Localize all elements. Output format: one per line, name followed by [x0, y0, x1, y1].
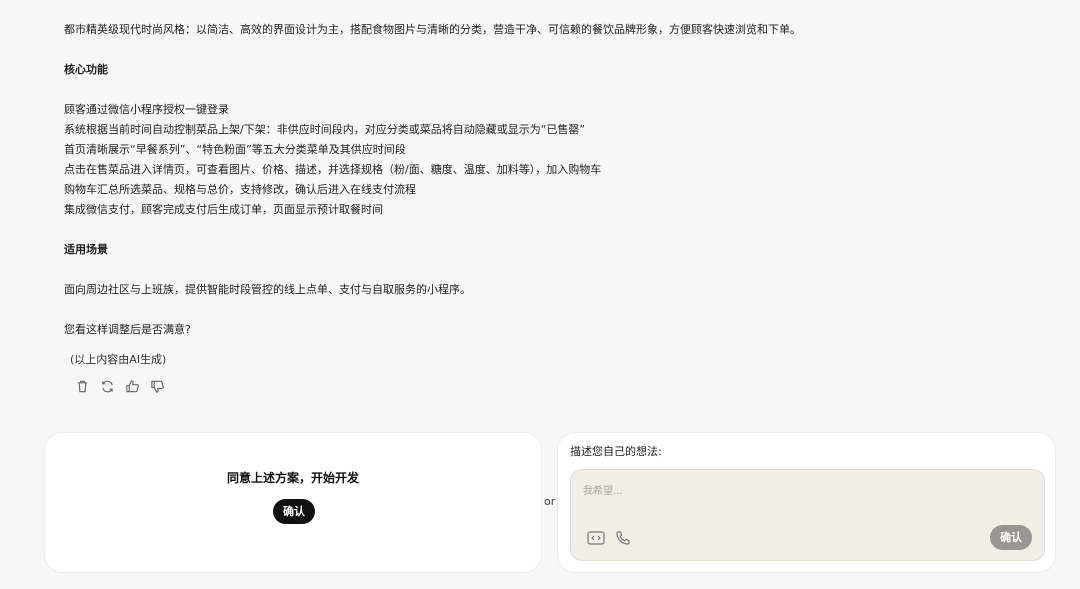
intro-text: 都市精英级现代时尚风格：以简洁、高效的界面设计为主，搭配食物图片与清晰的分类，营…: [64, 23, 801, 36]
agree-confirm-button[interactable]: 确认: [273, 499, 315, 524]
scene-text: 面向周边社区与上班族，提供智能时段管控的线上点单、支付与自取服务的小程序。: [64, 283, 471, 296]
agree-card: 同意上述方案，开始开发 确认: [44, 432, 542, 573]
scene-heading: 适用场景: [64, 243, 108, 256]
assistant-message: 都市精英级现代时尚风格：以简洁、高效的界面设计为主，搭配食物图片与清晰的分类，营…: [64, 20, 1024, 394]
code-icon[interactable]: [587, 531, 605, 545]
message-actions: [74, 378, 1024, 394]
idea-input[interactable]: 我希望... 确认: [570, 469, 1045, 561]
trash-icon[interactable]: [74, 378, 90, 394]
page: 都市精英级现代时尚风格：以简洁、高效的界面设计为主，搭配食物图片与清晰的分类，营…: [0, 0, 1080, 589]
core-item: 首页清晰展示“早餐系列”、“特色粉面”等五大分类菜单及其供应时间段: [64, 143, 406, 156]
idea-confirm-button[interactable]: 确认: [990, 525, 1032, 550]
idea-label: 描述您自己的想法:: [570, 445, 662, 458]
phone-icon[interactable]: [615, 530, 631, 546]
core-item: 购物车汇总所选菜品、规格与总价，支持修改，确认后进入在线支付流程: [64, 183, 416, 196]
regenerate-icon[interactable]: [99, 378, 115, 394]
idea-card: 描述您自己的想法: 我希望... 确认: [557, 432, 1056, 573]
core-item: 点击在售菜品进入详情页，可查看图片、价格、描述，并选择规格（粉/面、糖度、温度、…: [64, 163, 602, 176]
core-item: 顾客通过微信小程序授权一键登录: [64, 103, 229, 116]
question-text: 您看这样调整后是否满意?: [64, 323, 191, 336]
core-heading: 核心功能: [64, 63, 108, 76]
core-item: 集成微信支付，顾客完成支付后生成订单，页面显示预计取餐时间: [64, 203, 383, 216]
thumbs-up-icon[interactable]: [124, 378, 140, 394]
or-divider: or: [544, 495, 556, 508]
ai-generated-note: (以上内容由AI生成): [70, 353, 167, 366]
input-tools: [587, 530, 631, 546]
agree-title: 同意上述方案，开始开发: [226, 471, 359, 485]
idea-placeholder: 我希望...: [583, 486, 623, 497]
core-item: 系统根据当前时间自动控制菜品上架/下架：非供应时间段内，对应分类或菜品将自动隐藏…: [64, 123, 586, 136]
thumbs-down-icon[interactable]: [149, 378, 165, 394]
